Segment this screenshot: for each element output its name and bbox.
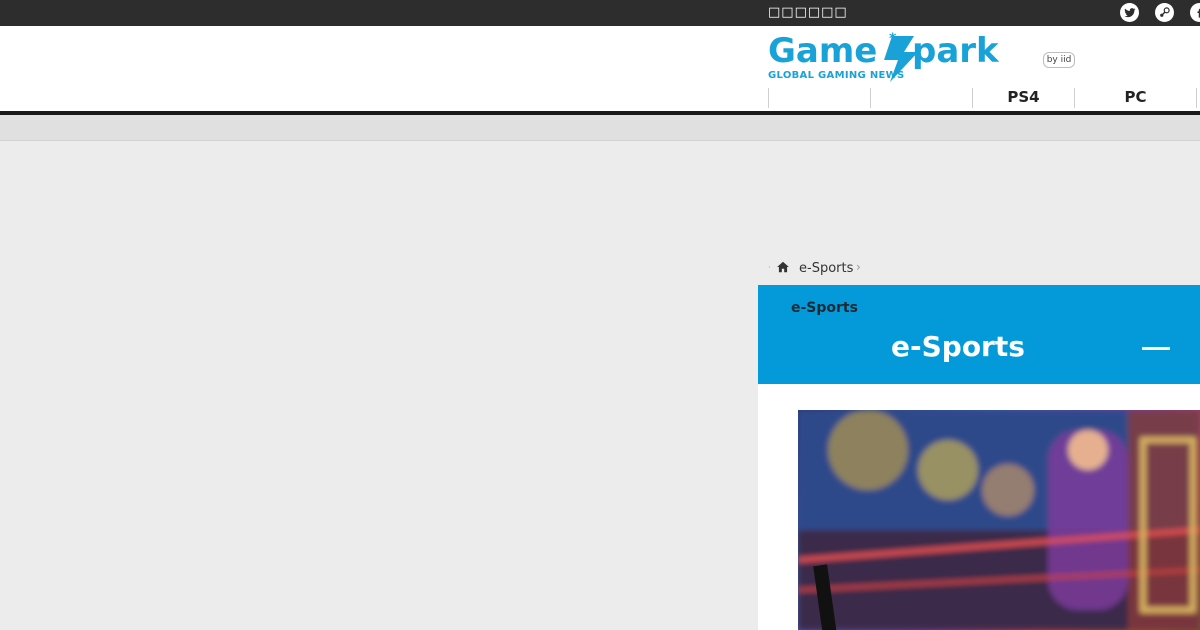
sub-navigation-bar xyxy=(0,115,1200,141)
top-bar: □□□□□□ xyxy=(0,0,1200,26)
nav-item-ps4[interactable]: PS4 xyxy=(973,88,1074,108)
nav-item-1[interactable] xyxy=(769,88,870,108)
home-icon[interactable] xyxy=(776,260,790,274)
nav-separator xyxy=(1196,88,1197,108)
breadcrumb-link-esports[interactable]: e-Sports xyxy=(799,261,853,276)
nav-item-2[interactable] xyxy=(871,88,972,108)
twitter-icon[interactable] xyxy=(1120,3,1139,22)
banner-category-label: e-Sports xyxy=(791,300,858,316)
steam-icon[interactable] xyxy=(1155,3,1174,22)
logo-tagline: GLOBAL GAMING NEWS xyxy=(768,70,905,81)
gamespark-logo[interactable]: Game park * GLOBAL GAMING NEWS by iid xyxy=(766,30,1076,85)
category-banner: e-Sports e-Sports xyxy=(758,285,1200,384)
svg-text:park: park xyxy=(912,31,1000,71)
svg-text:*: * xyxy=(889,31,897,47)
nav-item-pc[interactable]: PC xyxy=(1075,88,1196,108)
facebook-icon[interactable] xyxy=(1190,3,1200,22)
logo-wordmark: Game xyxy=(768,31,877,71)
breadcrumb-dot: · xyxy=(768,263,771,273)
banner-title: e-Sports xyxy=(891,330,1025,363)
chevron-right-icon: › xyxy=(856,260,861,274)
article-hero-image[interactable] xyxy=(798,410,1200,630)
collapse-dash-icon[interactable] xyxy=(1142,347,1170,350)
logo-by-badge: by iid xyxy=(1043,52,1075,68)
topbar-text: □□□□□□ xyxy=(768,5,848,20)
